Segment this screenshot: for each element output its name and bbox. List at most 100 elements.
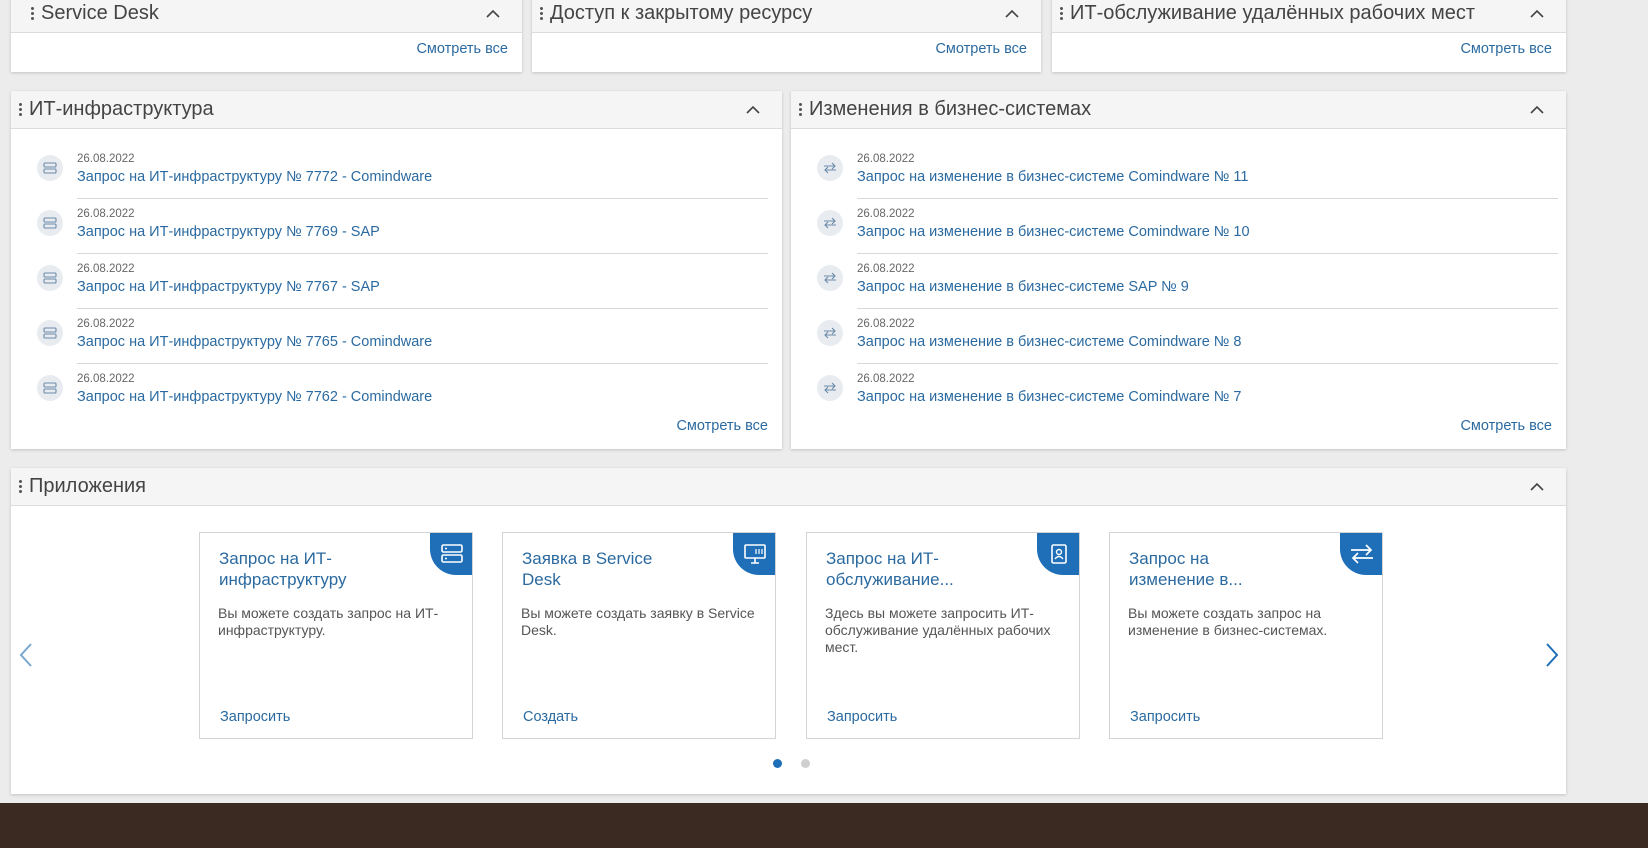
swap-arrows-icon — [817, 210, 843, 236]
chevron-up-icon[interactable] — [744, 101, 762, 119]
panel-header: Приложения — [11, 468, 1566, 506]
item-link[interactable]: Запрос на изменение в бизнес-системе Com… — [857, 334, 1241, 350]
panel-it-infrastructure: ИТ-инфраструктура 26.08.2022 Запрос на И… — [11, 91, 782, 449]
list-item: 26.08.2022 Запрос на ИТ-инфраструктуру №… — [31, 204, 768, 259]
item-date: 26.08.2022 — [77, 263, 135, 275]
item-link[interactable]: Запрос на ИТ-инфраструктуру № 7767 - SAP — [77, 279, 380, 295]
item-link[interactable]: Запрос на ИТ-инфраструктуру № 7772 - Com… — [77, 169, 432, 185]
server-icon — [37, 210, 63, 236]
card-action-link[interactable]: Создать — [523, 709, 578, 725]
list-item: 26.08.2022 Запрос на ИТ-инфраструктуру №… — [31, 369, 768, 424]
panel-title: Доступ к закрытому ресурсу — [550, 2, 813, 24]
drag-handle-icon[interactable] — [31, 7, 34, 20]
card-action-link[interactable]: Запросить — [827, 709, 897, 725]
see-all-link[interactable]: Смотреть все — [676, 418, 768, 434]
item-date: 26.08.2022 — [77, 373, 135, 385]
item-date: 26.08.2022 — [857, 373, 915, 385]
panel-header: Изменения в бизнес-системах — [791, 91, 1566, 129]
list-item: 26.08.2022 Запрос на ИТ-инфраструктуру №… — [31, 314, 768, 369]
divider — [77, 308, 768, 309]
server-icon — [37, 320, 63, 346]
item-link[interactable]: Запрос на ИТ-инфраструктуру № 7769 - SAP — [77, 224, 380, 240]
app-card[interactable]: Запрос на изменение в... Вы можете созда… — [1109, 532, 1383, 739]
divider — [857, 198, 1558, 199]
server-icon — [37, 155, 63, 181]
item-link[interactable]: Запрос на изменение в бизнес-системе Com… — [857, 169, 1248, 185]
panel-business-changes: Изменения в бизнес-системах 26.08.2022 З… — [791, 91, 1566, 449]
item-link[interactable]: Запрос на изменение в бизнес-системе Com… — [857, 389, 1241, 405]
item-date: 26.08.2022 — [77, 153, 135, 165]
item-link[interactable]: Запрос на изменение в бизнес-системе Com… — [857, 224, 1250, 240]
app-card[interactable]: Заявка в Service Desk Вы можете создать … — [502, 532, 776, 739]
list-item: 26.08.2022 Запрос на изменение в бизнес-… — [811, 204, 1558, 259]
card-description: Вы можете создать запрос на изменение в … — [1128, 605, 1328, 638]
divider — [857, 308, 1558, 309]
app-card[interactable]: Запрос на ИТ-инфраструктуру Вы можете со… — [199, 532, 473, 739]
drag-handle-icon[interactable] — [19, 103, 22, 116]
divider — [77, 198, 768, 199]
chevron-up-icon[interactable] — [1528, 5, 1546, 23]
chevron-up-icon[interactable] — [1528, 101, 1546, 119]
card-action-link[interactable]: Запросить — [1130, 709, 1200, 725]
panel-title: Приложения — [29, 475, 147, 497]
panel-header: Service Desk — [11, 0, 522, 33]
drag-handle-icon[interactable] — [799, 103, 802, 116]
swap-arrows-icon — [1340, 533, 1382, 575]
pagination-dot-active[interactable] — [773, 759, 782, 768]
card-title: Заявка в Service Desk — [522, 549, 653, 589]
card-description: Вы можете создать запрос на ИТ-инфрастру… — [218, 605, 439, 638]
list-item: 26.08.2022 Запрос на ИТ-инфраструктуру №… — [31, 259, 768, 314]
panel-title: Service Desk — [41, 2, 159, 24]
panel-header: Доступ к закрытому ресурсу — [532, 0, 1041, 33]
list-item: 26.08.2022 Запрос на ИТ-инфраструктуру №… — [31, 149, 768, 204]
panel-service-desk: Service Desk Смотреть все — [11, 0, 522, 72]
carousel-next-button[interactable] — [1542, 640, 1562, 670]
drag-handle-icon[interactable] — [1060, 7, 1063, 20]
swap-arrows-icon — [817, 375, 843, 401]
server-icon — [430, 533, 472, 575]
item-date: 26.08.2022 — [77, 318, 135, 330]
card-title: Запрос на ИТ-инфраструктуру — [219, 549, 347, 589]
card-description: Вы можете создать заявку в Service Desk. — [521, 605, 755, 638]
swap-arrows-icon — [817, 265, 843, 291]
list-item: 26.08.2022 Запрос на изменение в бизнес-… — [811, 314, 1558, 369]
panel-title: ИТ-обслуживание удалённых рабочих мест — [1070, 2, 1475, 24]
window-bottom-edge — [0, 803, 1648, 848]
list-item: 26.08.2022 Запрос на изменение в бизнес-… — [811, 149, 1558, 204]
card-title: Запрос на изменение в... — [1129, 549, 1243, 589]
list-item: 26.08.2022 Запрос на изменение в бизнес-… — [811, 369, 1558, 424]
request-list: 26.08.2022 Запрос на ИТ-инфраструктуру №… — [31, 149, 768, 424]
see-all-link[interactable]: Смотреть все — [416, 41, 508, 57]
drag-handle-icon[interactable] — [19, 480, 22, 493]
divider — [77, 253, 768, 254]
item-date: 26.08.2022 — [77, 208, 135, 220]
see-all-link[interactable]: Смотреть все — [935, 41, 1027, 57]
badge-icon — [1037, 533, 1079, 575]
panel-title: ИТ-инфраструктура — [29, 98, 214, 120]
see-all-link[interactable]: Смотреть все — [1460, 418, 1552, 434]
swap-arrows-icon — [817, 155, 843, 181]
see-all-link[interactable]: Смотреть все — [1460, 41, 1552, 57]
panel-remote-workplaces: ИТ-обслуживание удалённых рабочих мест С… — [1052, 0, 1566, 72]
chevron-up-icon[interactable] — [484, 5, 502, 23]
pagination-dot[interactable] — [801, 759, 810, 768]
card-description: Здесь вы можете запросить ИТ-обслуживани… — [825, 605, 1051, 655]
server-icon — [37, 375, 63, 401]
drag-handle-icon[interactable] — [540, 7, 543, 20]
item-date: 26.08.2022 — [857, 208, 915, 220]
divider — [857, 253, 1558, 254]
card-title: Запрос на ИТ-обслуживание... — [826, 549, 954, 589]
carousel-prev-button[interactable] — [16, 640, 36, 670]
chevron-up-icon[interactable] — [1528, 478, 1546, 496]
app-card[interactable]: Запрос на ИТ-обслуживание... Здесь вы мо… — [806, 532, 1080, 739]
divider — [77, 363, 768, 364]
item-link[interactable]: Запрос на ИТ-инфраструктуру № 7762 - Com… — [77, 389, 432, 405]
item-link[interactable]: Запрос на изменение в бизнес-системе SAP… — [857, 279, 1189, 295]
card-action-link[interactable]: Запросить — [220, 709, 290, 725]
panel-header: ИТ-инфраструктура — [11, 91, 782, 129]
divider — [857, 363, 1558, 364]
chevron-up-icon[interactable] — [1003, 5, 1021, 23]
panel-title: Изменения в бизнес-системах — [809, 98, 1092, 120]
item-link[interactable]: Запрос на ИТ-инфраструктуру № 7765 - Com… — [77, 334, 432, 350]
item-date: 26.08.2022 — [857, 153, 915, 165]
